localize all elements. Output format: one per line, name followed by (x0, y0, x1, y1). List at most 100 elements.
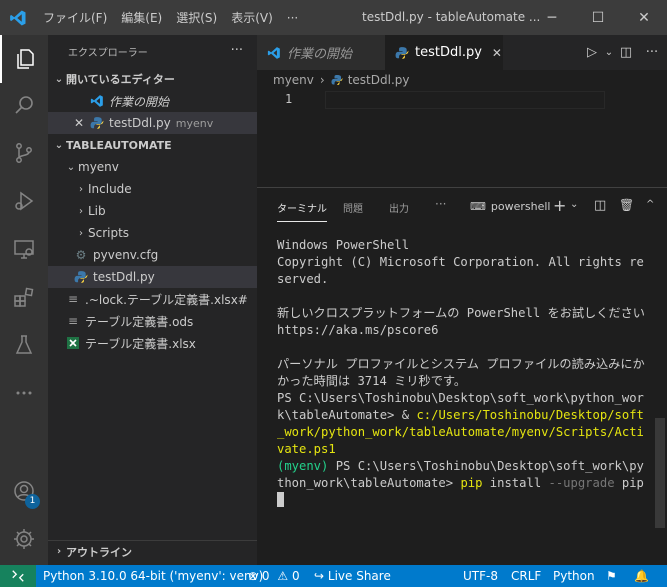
split-editor-icon[interactable]: ◫ (615, 45, 637, 60)
remote-indicator-icon[interactable] (0, 565, 36, 587)
chevron-right-icon: › (79, 227, 83, 239)
source-control-icon[interactable] (0, 129, 48, 177)
chevron-down-icon[interactable]: ⌄ (603, 47, 615, 58)
breadcrumb-folder[interactable]: myenv (273, 73, 314, 87)
menu-more[interactable]: ··· (280, 11, 305, 25)
chevron-down-icon[interactable]: ⌄ (570, 199, 578, 210)
text-file-icon: ≡ (67, 314, 79, 328)
python-file-icon (90, 116, 104, 130)
open-editor-item-welcome[interactable]: 作業の開始 (48, 90, 257, 112)
menu-bar: ファイル(F) 編集(E) 選択(S) 表示(V) ··· (36, 9, 305, 26)
open-editors-section[interactable]: ⌄ 開いているエディター (48, 68, 257, 90)
tree-folder-lib[interactable]: › Lib (48, 200, 257, 222)
settings-gear-icon[interactable] (0, 515, 48, 563)
accounts-icon[interactable]: 1 (0, 467, 48, 515)
tree-label: Lib (88, 204, 106, 218)
python-interpreter[interactable]: Python 3.10.0 64-bit ('myenv': venv) (43, 565, 263, 587)
tree-folder-myenv[interactable]: ⌄ myenv (48, 156, 257, 178)
run-icon[interactable]: ▷ (581, 45, 603, 60)
tree-file-ods[interactable]: ≡ テーブル定義書.ods (48, 310, 257, 332)
tree-folder-scripts[interactable]: › Scripts (48, 222, 257, 244)
chevron-right-icon: › (56, 546, 62, 557)
tree-label: pyvenv.cfg (93, 248, 159, 262)
maximize-button[interactable]: ☐ (575, 0, 621, 35)
tree-folder-include[interactable]: › Include (48, 178, 257, 200)
terminal-scrollbar[interactable] (655, 418, 665, 528)
chevron-right-icon: › (79, 205, 83, 217)
eol-indicator[interactable]: CRLF (511, 565, 541, 587)
remote-explorer-icon[interactable] (0, 225, 48, 273)
error-count: 0 (261, 569, 270, 583)
gear-file-icon: ⚙ (75, 248, 87, 262)
new-terminal-icon[interactable]: + (553, 196, 566, 215)
notifications-bell-icon[interactable]: 🔔 (634, 565, 649, 587)
chevron-up-icon[interactable]: ^ (646, 199, 654, 210)
menu-view[interactable]: 表示(V) (224, 9, 280, 26)
tab-testddl[interactable]: testDdl.py ✕ (385, 35, 503, 70)
tab-problems[interactable]: 問題 (343, 200, 363, 215)
tab-output[interactable]: 出力 (389, 200, 409, 215)
split-terminal-icon[interactable]: ◫ (594, 198, 606, 213)
search-icon[interactable] (0, 81, 48, 129)
live-share-button[interactable]: ↪ Live Share (314, 565, 391, 587)
terminal-arg: pip (614, 476, 644, 490)
line-number: 1 (285, 92, 293, 106)
accounts-badge: 1 (25, 494, 40, 509)
encoding-indicator[interactable]: UTF-8 (463, 565, 498, 587)
terminal-command: pip (460, 476, 483, 490)
menu-file[interactable]: ファイル(F) (36, 9, 114, 26)
vscode-file-icon (267, 46, 281, 60)
breadcrumb: myenv › testDdl.py (257, 70, 667, 90)
explorer-icon[interactable] (0, 35, 48, 83)
title-bar: ファイル(F) 編集(E) 選択(S) 表示(V) ··· testDdl.py… (0, 0, 667, 35)
chevron-right-icon: › (79, 183, 83, 195)
breadcrumb-file[interactable]: testDdl.py (348, 73, 410, 87)
run-debug-icon[interactable] (0, 177, 48, 225)
error-icon: ⊗ (248, 569, 259, 583)
menu-edit[interactable]: 編集(E) (114, 9, 169, 26)
terminal-arg: install (482, 476, 549, 490)
tree-file-lock[interactable]: ≡ .~lock.テーブル定義書.xlsx# (48, 288, 257, 310)
tab-terminal[interactable]: ターミナル (277, 200, 327, 222)
sidebar-more-button[interactable]: ··· (231, 43, 243, 58)
testing-icon[interactable] (0, 321, 48, 369)
tab-welcome[interactable]: 作業の開始 (257, 35, 385, 70)
more-views-icon[interactable] (0, 369, 48, 417)
venv-indicator: (myenv) (277, 459, 336, 473)
chevron-down-icon: ⌄ (54, 73, 64, 85)
sidebar-title: エクスプローラー (68, 47, 148, 59)
open-editor-desc: myenv (175, 116, 214, 130)
minimize-button[interactable]: ─ (529, 0, 575, 35)
panel-more-button[interactable]: ··· (435, 197, 446, 211)
close-icon[interactable]: ✕ (74, 116, 90, 130)
trash-icon[interactable]: 🗑 (619, 198, 634, 212)
vscode-logo-icon (0, 0, 36, 35)
language-mode[interactable]: Python (553, 565, 595, 587)
terminal-selector[interactable]: ⌨ powershell (470, 200, 550, 213)
close-window-button[interactable]: ✕ (621, 0, 667, 35)
terminal-output[interactable]: Windows PowerShell Copyright (C) Microso… (277, 237, 645, 509)
warning-icon: ⚠ (277, 569, 289, 583)
problems-indicator[interactable]: ⊗ 0 ⚠ 0 (248, 565, 300, 587)
folder-section[interactable]: ⌄ TABLEAUTOMATE (48, 134, 257, 156)
open-editor-item-testddl[interactable]: ✕ testDdl.py myenv (48, 112, 257, 134)
editor-actions: ▷ ⌄ ◫ ··· (581, 35, 667, 70)
terminal-icon: ⌨ (470, 200, 486, 213)
close-icon[interactable]: ✕ (492, 46, 502, 60)
tree-file-xlsx[interactable]: テーブル定義書.xlsx (48, 332, 257, 354)
live-share-label: Live Share (327, 569, 391, 583)
tree-file-testddl[interactable]: testDdl.py (48, 266, 257, 288)
code-editor[interactable]: 1 (257, 90, 667, 187)
terminal-name: powershell (490, 200, 551, 213)
status-bar: Python 3.10.0 64-bit ('myenv': venv) ⊗ 0… (0, 565, 667, 587)
more-actions-icon[interactable]: ··· (637, 45, 667, 60)
feedback-icon[interactable]: ⚑ (606, 565, 617, 587)
extensions-icon[interactable] (0, 273, 48, 321)
outline-section[interactable]: › アウトライン (48, 540, 257, 562)
tree-file-pyvenv[interactable]: ⚙ pyvenv.cfg (48, 244, 257, 266)
excel-file-icon (66, 336, 80, 350)
chevron-right-icon: › (319, 73, 325, 87)
menu-selection[interactable]: 選択(S) (169, 9, 224, 26)
terminal-line: Copyright (C) Microsoft Corporation. All… (277, 255, 644, 286)
explorer-sidebar: エクスプローラー ··· ⌄ 開いているエディター 作業の開始 ✕ testDd… (48, 35, 257, 565)
